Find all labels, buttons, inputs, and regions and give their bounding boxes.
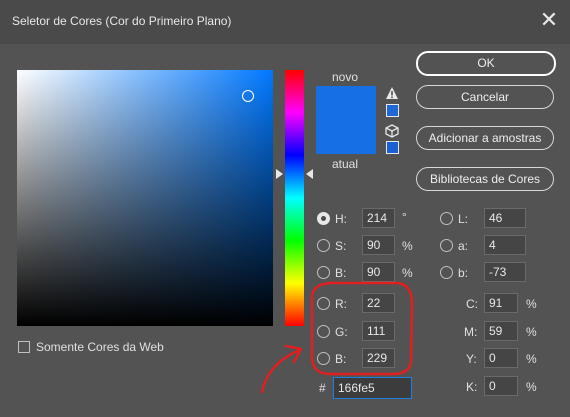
add-to-swatches-button[interactable]: Adicionar a amostras — [416, 126, 554, 150]
radio-b-channel[interactable] — [440, 266, 453, 279]
radio-hue[interactable] — [317, 212, 330, 225]
red-label: R: — [335, 297, 347, 311]
color-libraries-button[interactable]: Bibliotecas de Cores — [416, 167, 554, 191]
new-color-label: novo — [332, 70, 359, 84]
brightness-input[interactable]: 90 — [362, 262, 395, 282]
b-channel-label: b: — [458, 266, 469, 280]
blue-input[interactable]: 229 — [362, 348, 395, 368]
magenta-unit: % — [526, 325, 537, 339]
hex-input[interactable]: 166fe5 — [333, 377, 412, 399]
saturation-label: S: — [335, 239, 347, 253]
green-label: G: — [335, 325, 348, 339]
radio-a-channel[interactable] — [440, 239, 453, 252]
hue-unit: ° — [402, 210, 407, 224]
b-channel-input[interactable]: -73 — [484, 262, 526, 282]
close-icon[interactable]: ✕ — [537, 8, 561, 32]
hex-label: # — [319, 381, 326, 395]
red-input[interactable]: 22 — [362, 293, 395, 313]
web-safe-swatch[interactable] — [386, 141, 399, 154]
brightness-unit: % — [402, 266, 413, 280]
radio-green[interactable] — [317, 325, 330, 338]
hue-slider-handle-right[interactable] — [306, 169, 313, 179]
magenta-label: M: — [464, 325, 478, 339]
hue-label: H: — [335, 212, 347, 226]
saturation-input[interactable]: 90 — [362, 235, 395, 255]
radio-brightness[interactable] — [317, 266, 330, 279]
out-of-gamut-warning-icon[interactable] — [385, 86, 399, 100]
yellow-unit: % — [526, 352, 537, 366]
radio-lightness[interactable] — [440, 212, 453, 225]
color-field-marker[interactable] — [242, 90, 254, 102]
radio-blue[interactable] — [317, 352, 330, 365]
black-label: K: — [466, 380, 478, 394]
ok-button[interactable]: OK — [416, 51, 556, 76]
web-colors-only-checkbox[interactable] — [18, 341, 30, 353]
yellow-label: Y: — [466, 352, 477, 366]
hue-slider-handle-left[interactable] — [276, 169, 283, 179]
web-colors-only-label: Somente Cores da Web — [36, 340, 164, 354]
web-safe-cube-icon[interactable] — [385, 124, 399, 138]
blue-label: B: — [335, 352, 347, 366]
saturation-unit: % — [402, 239, 413, 253]
black-unit: % — [526, 380, 537, 394]
yellow-input[interactable]: 0 — [484, 348, 518, 368]
black-input[interactable]: 0 — [484, 376, 518, 396]
window-title: Seletor de Cores (Cor do Primeiro Plano) — [12, 14, 232, 28]
new-color-swatch — [316, 86, 376, 120]
cyan-input[interactable]: 91 — [484, 293, 518, 313]
brightness-label: B: — [335, 266, 347, 280]
cyan-unit: % — [526, 297, 537, 311]
hue-slider[interactable] — [285, 70, 304, 326]
gamut-correction-swatch[interactable] — [386, 104, 399, 117]
color-field[interactable] — [17, 70, 273, 326]
cancel-button[interactable]: Cancelar — [416, 85, 554, 109]
magenta-input[interactable]: 59 — [484, 321, 518, 341]
lightness-input[interactable]: 46 — [484, 208, 526, 228]
radio-saturation[interactable] — [317, 239, 330, 252]
a-channel-label: a: — [458, 239, 469, 253]
red-arrow-stroke — [260, 348, 302, 394]
hue-input[interactable]: 214 — [362, 208, 395, 228]
current-color-swatch[interactable] — [316, 120, 376, 154]
a-channel-input[interactable]: 4 — [484, 235, 526, 255]
green-input[interactable]: 111 — [362, 321, 395, 341]
lightness-label: L: — [458, 212, 469, 226]
current-color-label: atual — [332, 157, 359, 171]
cyan-label: C: — [466, 297, 478, 311]
red-arrow-head — [284, 344, 303, 364]
radio-red[interactable] — [317, 297, 330, 310]
